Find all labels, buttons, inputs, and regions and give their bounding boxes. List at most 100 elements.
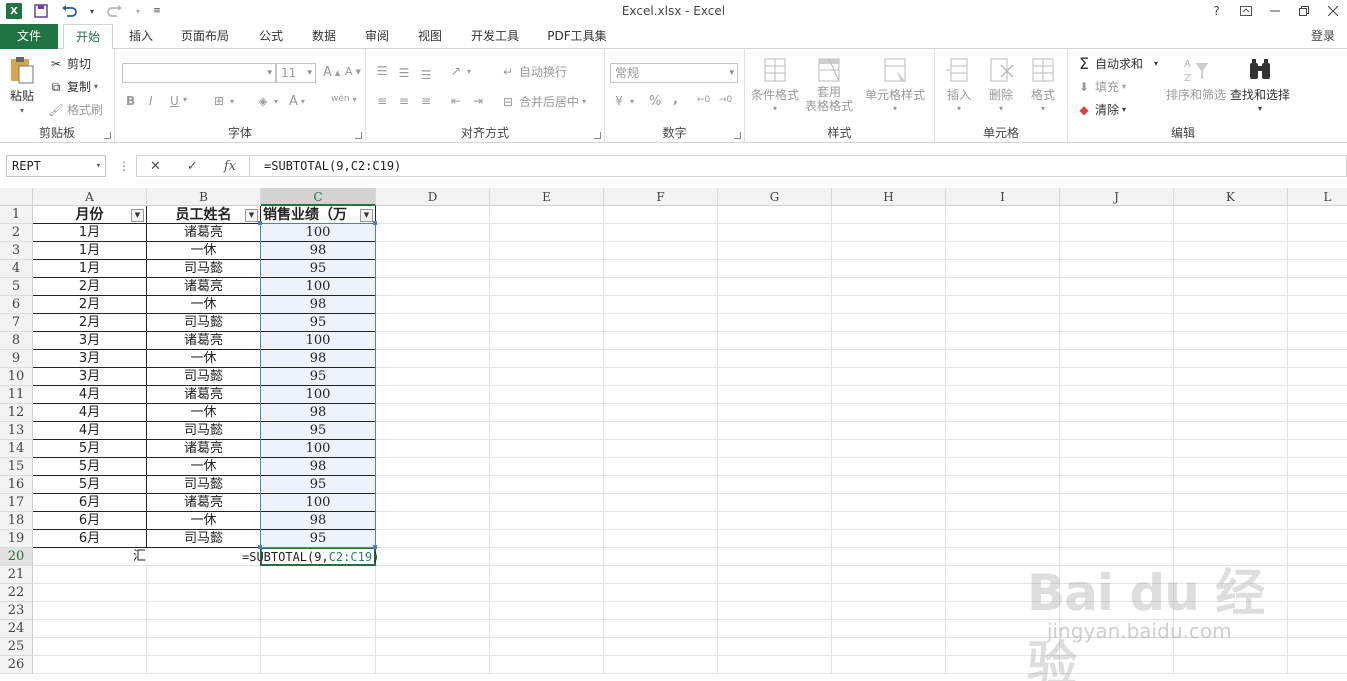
month-cell[interactable]: 5月 (33, 476, 147, 494)
cell-styles-button[interactable]: 单元格样式 ▾ (865, 55, 925, 113)
cell[interactable] (376, 548, 490, 566)
month-cell[interactable]: 6月 (33, 530, 147, 548)
cell[interactable] (832, 584, 946, 602)
sales-cell[interactable]: 100 (261, 494, 376, 512)
clear-button[interactable]: ◆ 清除 ▾ (1076, 101, 1126, 118)
insert-cells-button[interactable]: 插入 ▾ (945, 55, 973, 113)
cell[interactable] (1288, 368, 1347, 386)
cell[interactable] (1060, 530, 1174, 548)
cell[interactable] (376, 386, 490, 404)
employee-cell[interactable]: 司马懿 (147, 314, 261, 332)
cell[interactable] (1060, 296, 1174, 314)
cell[interactable] (718, 476, 832, 494)
cell[interactable] (1174, 584, 1288, 602)
cell[interactable] (490, 638, 604, 656)
sales-cell[interactable]: 100 (261, 224, 376, 242)
cell[interactable] (946, 422, 1060, 440)
cell[interactable] (718, 440, 832, 458)
cell[interactable] (604, 260, 718, 278)
cell[interactable] (1060, 620, 1174, 638)
cell[interactable] (147, 602, 261, 620)
cell[interactable] (1060, 512, 1174, 530)
cell-editor[interactable]: =SUBTOTAL(9,C2:C19) (242, 548, 379, 566)
cell[interactable] (718, 206, 832, 224)
cell[interactable] (604, 422, 718, 440)
cell[interactable] (376, 602, 490, 620)
cell[interactable] (490, 404, 604, 422)
cell[interactable] (832, 620, 946, 638)
font-size-combo[interactable]: 11 ▾ (276, 63, 316, 83)
bold-button[interactable]: B (126, 94, 135, 108)
cell[interactable] (604, 386, 718, 404)
month-cell[interactable]: 4月 (33, 422, 147, 440)
cell[interactable] (604, 656, 718, 674)
cell[interactable] (490, 368, 604, 386)
row-header-21[interactable]: 21 (0, 566, 33, 584)
cell[interactable] (946, 656, 1060, 674)
cell[interactable] (832, 278, 946, 296)
row-header-22[interactable]: 22 (0, 584, 33, 602)
cell[interactable] (490, 314, 604, 332)
employee-cell[interactable]: 诸葛亮 (147, 494, 261, 512)
tab-view[interactable]: 视图 (409, 24, 451, 49)
cell[interactable] (1288, 296, 1347, 314)
sort-filter-button[interactable]: AZ 排序和筛选 (1166, 55, 1226, 103)
cell[interactable] (946, 350, 1060, 368)
cell[interactable] (376, 656, 490, 674)
login-link[interactable]: 登录 (1311, 24, 1335, 49)
cell[interactable] (946, 404, 1060, 422)
cell[interactable] (376, 584, 490, 602)
cell[interactable] (376, 314, 490, 332)
sales-cell[interactable]: 100 (261, 440, 376, 458)
cell[interactable] (832, 494, 946, 512)
cell[interactable] (604, 296, 718, 314)
row-header-13[interactable]: 13 (0, 422, 33, 440)
insert-function-icon[interactable]: fx (224, 159, 236, 174)
select-all-corner[interactable] (0, 188, 33, 206)
conditional-formatting-button[interactable]: 条件格式 ▾ (751, 55, 799, 113)
cell[interactable] (1288, 566, 1347, 584)
cell[interactable] (718, 242, 832, 260)
cell[interactable] (832, 548, 946, 566)
row-header-7[interactable]: 7 (0, 314, 33, 332)
copy-button[interactable]: ⧉ 复制 ▾ (48, 78, 98, 95)
cell[interactable] (718, 566, 832, 584)
cell[interactable] (604, 314, 718, 332)
row-header-9[interactable]: 9 (0, 350, 33, 368)
cell[interactable] (946, 620, 1060, 638)
cell[interactable] (1060, 278, 1174, 296)
cell[interactable] (376, 224, 490, 242)
number-format-combo[interactable]: 常规 ▾ (610, 63, 738, 83)
sales-cell[interactable]: 100 (261, 332, 376, 350)
cell[interactable] (604, 224, 718, 242)
row-header-3[interactable]: 3 (0, 242, 33, 260)
cell[interactable] (718, 620, 832, 638)
employee-cell[interactable]: 诸葛亮 (147, 386, 261, 404)
cell[interactable] (946, 530, 1060, 548)
cell[interactable] (718, 350, 832, 368)
close-icon[interactable] (1318, 0, 1347, 22)
employee-cell[interactable]: 一休 (147, 296, 261, 314)
employee-cell[interactable]: 司马懿 (147, 476, 261, 494)
cell[interactable] (33, 566, 147, 584)
tab-home[interactable]: 开始 (63, 24, 113, 50)
cell[interactable] (490, 332, 604, 350)
format-as-table-button[interactable]: 套用 表格格式 (805, 55, 853, 113)
cell[interactable] (1174, 638, 1288, 656)
cell[interactable] (490, 242, 604, 260)
restore-icon[interactable] (1289, 0, 1318, 22)
cell[interactable] (718, 314, 832, 332)
cell[interactable] (832, 638, 946, 656)
row-header-25[interactable]: 25 (0, 638, 33, 656)
cell[interactable] (718, 530, 832, 548)
row-header-12[interactable]: 12 (0, 404, 33, 422)
cell[interactable] (832, 260, 946, 278)
column-header-d[interactable]: D (376, 188, 490, 206)
cell[interactable] (832, 224, 946, 242)
month-cell[interactable]: 4月 (33, 404, 147, 422)
cell[interactable] (1174, 476, 1288, 494)
cell[interactable] (1174, 260, 1288, 278)
cell[interactable] (832, 350, 946, 368)
cell[interactable] (1174, 332, 1288, 350)
font-color-button[interactable]: A ▾ (289, 94, 305, 109)
